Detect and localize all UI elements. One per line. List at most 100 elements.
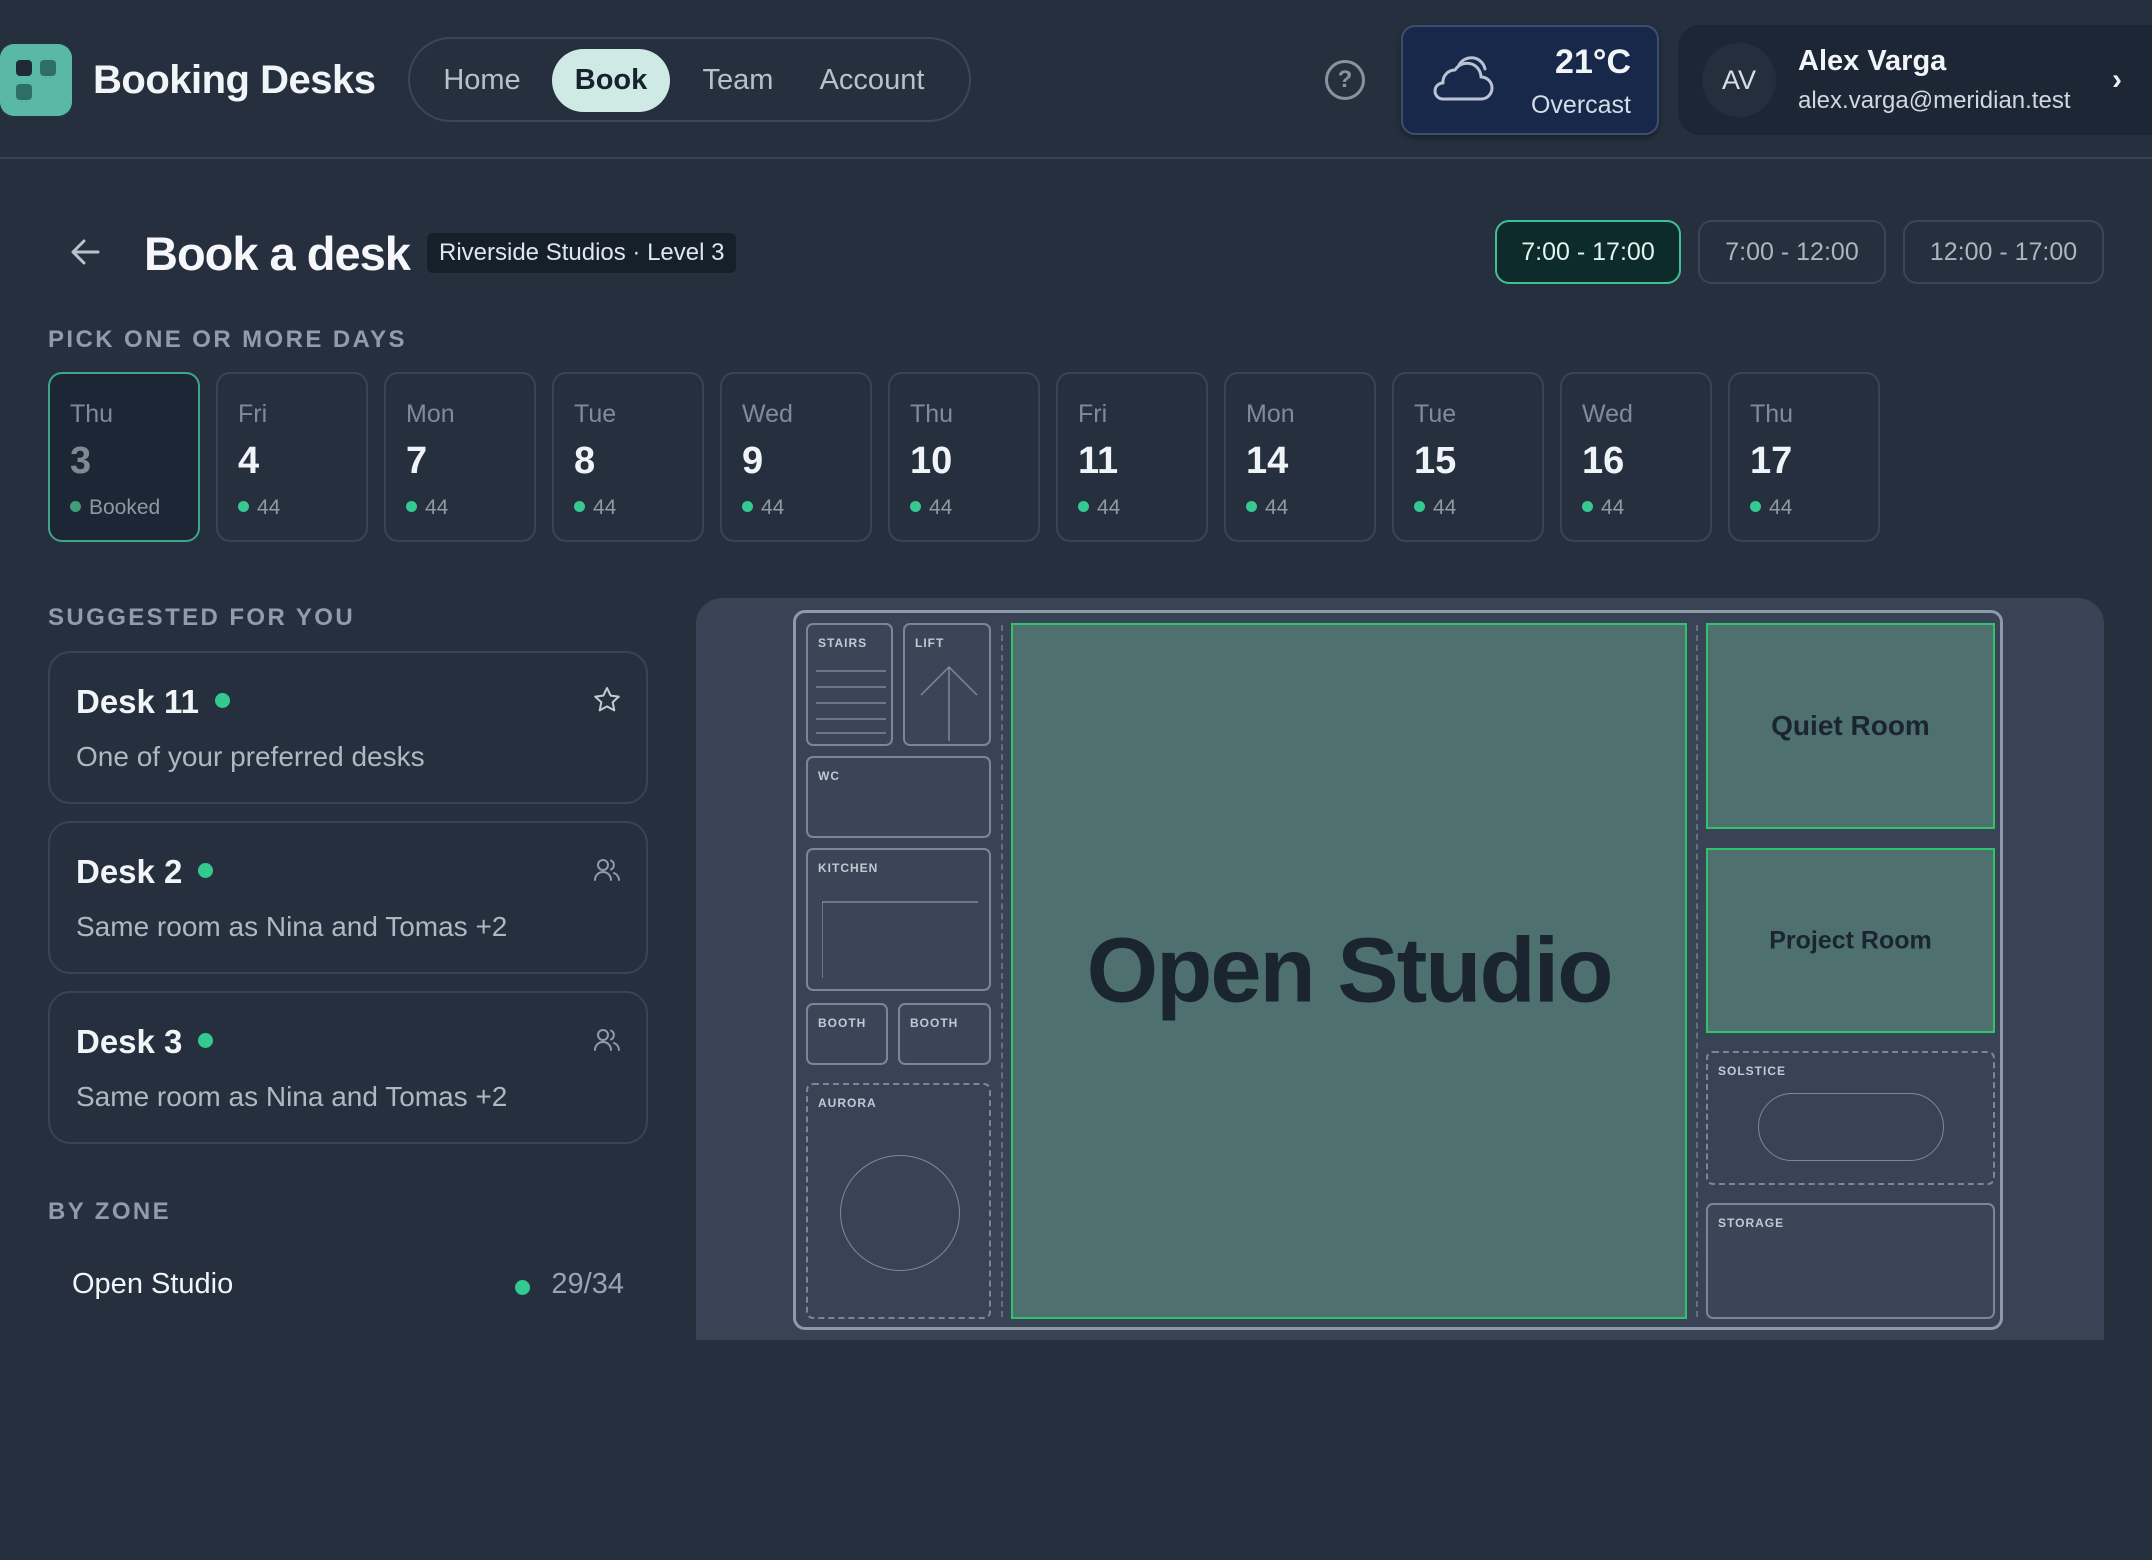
day-weekday: Thu <box>1750 400 1794 428</box>
zone-quiet-room[interactable]: Quiet Room <box>1706 623 1995 829</box>
status-dot <box>406 500 417 512</box>
day-card[interactable]: Thu 10 44 <box>888 372 1040 542</box>
stairs-icon <box>816 670 886 734</box>
corridor-divider <box>1001 625 1003 1317</box>
app-title: Booking Desks <box>93 58 376 102</box>
zone-open-studio[interactable]: Open Studio <box>1011 623 1687 1319</box>
people-icon <box>594 1029 620 1051</box>
back-arrow-icon[interactable] <box>68 232 102 272</box>
day-availability: 44 <box>574 496 616 520</box>
room-kitchen: KITCHEN <box>806 848 991 991</box>
day-card[interactable]: Fri 4 44 <box>216 372 368 542</box>
day-card[interactable]: Thu 17 44 <box>1728 372 1880 542</box>
day-availability: 44 <box>742 496 784 520</box>
status-dot <box>574 500 585 512</box>
days-section-label: PICK ONE OR MORE DAYS <box>48 326 407 353</box>
day-number: 4 <box>238 440 260 482</box>
day-weekday: Tue <box>574 400 617 428</box>
status-dot <box>1246 500 1257 512</box>
day-card[interactable]: Tue 8 44 <box>552 372 704 542</box>
day-availability: 44 <box>1414 496 1456 520</box>
day-card[interactable]: Wed 16 44 <box>1560 372 1712 542</box>
avatar: AV <box>1702 43 1776 117</box>
room-storage: STORAGE <box>1706 1203 1995 1319</box>
day-availability: 44 <box>1582 496 1624 520</box>
day-card[interactable]: Mon 7 44 <box>384 372 536 542</box>
day-card[interactable]: Tue 15 44 <box>1392 372 1544 542</box>
cloud-icon <box>1433 56 1494 101</box>
question-circle-icon[interactable]: ? <box>1325 60 1365 100</box>
floor-plan: STAIRS LIFT WC KITCHEN BOOTH BOOTH AUROR… <box>696 598 2104 1340</box>
time-slot-full-day[interactable]: 7:00 - 17:00 <box>1495 220 1681 284</box>
available-dot <box>198 1032 214 1048</box>
time-slot-morning[interactable]: 7:00 - 12:00 <box>1698 220 1886 284</box>
user-menu[interactable]: AV Alex Varga alex.varga@meridian.test › <box>1678 25 2152 135</box>
zone-name: Open Studio <box>72 1268 234 1300</box>
status-dot <box>1582 500 1593 512</box>
day-number: 8 <box>574 440 596 482</box>
day-number: 10 <box>910 440 953 482</box>
day-availability: 44 <box>910 496 952 520</box>
day-number: 14 <box>1246 440 1289 482</box>
day-weekday: Thu <box>70 400 114 428</box>
arrow-up-icon <box>920 665 978 741</box>
suggestion-desk-2[interactable]: Desk 2 Same room as Nina and Tomas +2 <box>48 821 648 974</box>
day-card[interactable]: Fri 11 44 <box>1056 372 1208 542</box>
page-title: Book a desk <box>144 227 411 280</box>
time-slot-afternoon[interactable]: 12:00 - 17:00 <box>1903 220 2104 284</box>
nav-account[interactable]: Account <box>806 49 938 112</box>
day-number: 17 <box>1750 440 1793 482</box>
location-badge: Riverside Studios · Level 3 <box>427 233 737 273</box>
day-weekday: Fri <box>1078 400 1108 428</box>
day-card[interactable]: Wed 9 44 <box>720 372 872 542</box>
logo-icon <box>0 44 72 116</box>
room-solstice: SOLSTICE <box>1706 1051 1995 1185</box>
available-dot <box>214 692 230 708</box>
status-dot <box>1414 500 1425 512</box>
suggestion-desk-11[interactable]: Desk 11 One of your preferred desks <box>48 651 648 804</box>
zone-availability-count: 29/34 <box>551 1268 624 1300</box>
day-card[interactable]: Mon 14 44 <box>1224 372 1376 542</box>
day-availability: 44 <box>1750 496 1792 520</box>
day-weekday: Thu <box>910 400 954 428</box>
floor-outline: STAIRS LIFT WC KITCHEN BOOTH BOOTH AUROR… <box>793 610 2003 1330</box>
zone-row-open-studio[interactable]: Open Studio 29/34 <box>72 1268 624 1308</box>
nav-book[interactable]: Book <box>552 49 670 112</box>
corridor-divider <box>1696 625 1698 1317</box>
day-number: 7 <box>406 440 428 482</box>
star-icon[interactable] <box>592 685 622 715</box>
status-dot <box>1750 500 1761 512</box>
day-card[interactable]: Thu 3 Booked <box>48 372 200 542</box>
top-bar: Booking Desks Home Book Team Account ? 2… <box>0 0 2152 159</box>
day-weekday: Wed <box>1582 400 1633 428</box>
day-availability: 44 <box>406 496 448 520</box>
kitchen-counter-icon <box>822 901 978 978</box>
status-dot <box>742 500 753 512</box>
status-dot <box>910 500 921 512</box>
room-booth-a: BOOTH <box>806 1003 888 1065</box>
day-number: 15 <box>1414 440 1457 482</box>
chevron-right-icon: › <box>2112 63 2122 96</box>
day-availability: 44 <box>1246 496 1288 520</box>
day-weekday: Mon <box>1246 400 1295 428</box>
user-name: Alex Varga <box>1798 45 1947 77</box>
day-weekday: Wed <box>742 400 793 428</box>
suggestion-desk-3[interactable]: Desk 3 Same room as Nina and Tomas +2 <box>48 991 648 1144</box>
nav-team[interactable]: Team <box>690 49 786 112</box>
suggestion-description: Same room as Nina and Tomas +2 <box>76 911 508 942</box>
day-weekday: Mon <box>406 400 455 428</box>
status-dot <box>1078 500 1089 512</box>
day-weekday: Fri <box>238 400 268 428</box>
room-booth-b: BOOTH <box>898 1003 991 1065</box>
status-dot <box>515 1280 530 1295</box>
zones-section-label: BY ZONE <box>48 1198 172 1225</box>
suggestion-title: Desk 2 <box>76 853 214 891</box>
people-icon <box>594 859 620 881</box>
weather-condition: Overcast <box>1530 91 1631 119</box>
nav-home[interactable]: Home <box>430 49 534 112</box>
day-availability: 44 <box>1078 496 1120 520</box>
weather-widget: 21°C Overcast <box>1401 25 1659 135</box>
day-number: 16 <box>1582 440 1625 482</box>
main-nav: Home Book Team Account <box>408 37 971 122</box>
zone-project-room[interactable]: Project Room <box>1706 848 1995 1033</box>
